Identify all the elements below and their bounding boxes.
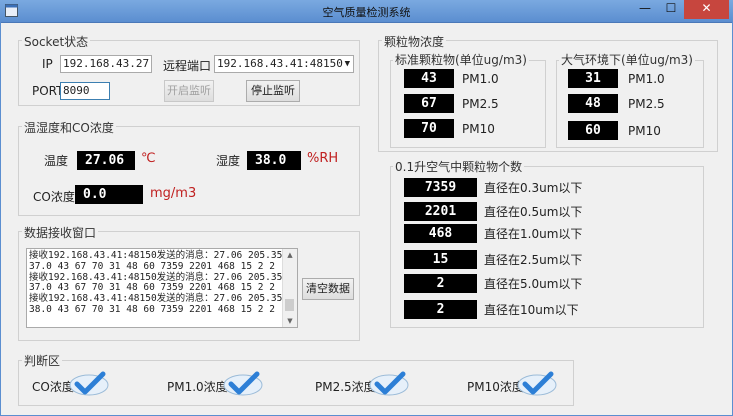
- receive-log[interactable]: 接收192.168.43.41:48150发送的消息：27.06 205.35 …: [26, 248, 298, 328]
- count-50-display: 2: [404, 274, 477, 293]
- humidity-display: 38.0: [247, 151, 301, 170]
- co-display: 0.0: [75, 185, 143, 204]
- env-pm25-display: 48: [568, 94, 618, 113]
- count-10-label: 直径在1.0um以下: [484, 227, 583, 241]
- count-25-label: 直径在2.5um以下: [484, 253, 583, 267]
- std-pm10-label: PM10: [462, 122, 495, 136]
- receive-log-text: 接收192.168.43.41:48150发送的消息：27.06 205.35 …: [29, 250, 283, 315]
- temp-label: 温度: [44, 154, 69, 168]
- receive-group-title: 数据接收窗口: [22, 224, 99, 241]
- judge-group-title: 判断区: [22, 352, 63, 369]
- humidity-label: 湿度: [216, 154, 241, 168]
- judge-pm1-label: PM1.0浓度: [167, 380, 228, 394]
- std-pm-title: 标准颗粒物(单位ug/m3): [393, 51, 529, 68]
- humidity-unit: %RH: [307, 151, 339, 166]
- start-listen-button[interactable]: 开启监听: [164, 80, 214, 102]
- temp-humidity-group-title: 温湿度和CO浓度: [22, 119, 116, 136]
- judge-pm25-label: PM2.5浓度: [315, 380, 376, 394]
- title-bar: 空气质量检测系统 — ☐ ✕: [0, 0, 733, 23]
- scroll-thumb[interactable]: [285, 299, 294, 311]
- env-pm10-label: PM10: [628, 124, 661, 138]
- scroll-down-icon[interactable]: ▼: [283, 315, 297, 327]
- count-50-label: 直径在5.0um以下: [484, 277, 583, 291]
- window-title: 空气质量检测系统: [322, 6, 411, 19]
- std-pm25-display: 67: [404, 94, 454, 113]
- temp-display: 27.06: [77, 151, 135, 170]
- scroll-up-icon[interactable]: ▲: [283, 249, 297, 261]
- log-scrollbar[interactable]: ▲ ▼: [282, 249, 297, 327]
- port-field[interactable]: 8090: [60, 82, 110, 100]
- clear-data-button[interactable]: 清空数据: [302, 278, 354, 300]
- socket-group-title: Socket状态: [22, 33, 91, 50]
- std-pm1-label: PM1.0: [462, 72, 499, 86]
- pm10-check-icon: [517, 371, 557, 396]
- count-03-display: 7359: [404, 178, 477, 197]
- count-100-label: 直径在10um以下: [484, 303, 579, 317]
- env-pm1-label: PM1.0: [628, 72, 665, 86]
- env-pm-title: 大气环境下(单位ug/m3): [559, 51, 695, 68]
- remote-port-value: 192.168.43.41:48150: [217, 57, 343, 70]
- count-group-title: 0.1升空气中颗粒物个数: [393, 158, 525, 175]
- minimize-button[interactable]: —: [632, 0, 658, 19]
- count-25-display: 15: [404, 250, 477, 269]
- co-label: CO浓度: [33, 190, 75, 204]
- pm-group-title: 颗粒物浓度: [382, 33, 447, 50]
- temp-unit: ℃: [141, 151, 156, 166]
- pm25-check-icon: [369, 371, 409, 396]
- stop-listen-button[interactable]: 停止监听: [246, 80, 300, 102]
- port-label: PORT: [32, 84, 64, 98]
- chevron-down-icon: ▼: [344, 59, 350, 69]
- std-pm1-display: 43: [404, 69, 454, 88]
- ip-field[interactable]: 192.168.43.27: [60, 55, 152, 73]
- env-pm10-display: 60: [568, 121, 618, 140]
- remote-port-label: 远程端口: [163, 59, 212, 73]
- co-check-icon: [69, 371, 109, 396]
- count-05-display: 2201: [404, 202, 477, 221]
- count-100-display: 2: [404, 300, 477, 319]
- maximize-button[interactable]: ☐: [658, 0, 684, 19]
- count-10-display: 468: [404, 224, 477, 243]
- pm1-check-icon: [223, 371, 263, 396]
- count-03-label: 直径在0.3um以下: [484, 181, 583, 195]
- close-button[interactable]: ✕: [684, 0, 729, 19]
- env-pm25-label: PM2.5: [628, 97, 665, 111]
- std-pm10-display: 70: [404, 119, 454, 138]
- co-unit: mg/m3: [150, 186, 197, 201]
- count-05-label: 直径在0.5um以下: [484, 205, 583, 219]
- env-pm1-display: 31: [568, 69, 618, 88]
- ip-label: IP: [42, 57, 53, 71]
- remote-port-select[interactable]: 192.168.43.41:48150 ▼: [214, 55, 354, 73]
- std-pm25-label: PM2.5: [462, 97, 499, 111]
